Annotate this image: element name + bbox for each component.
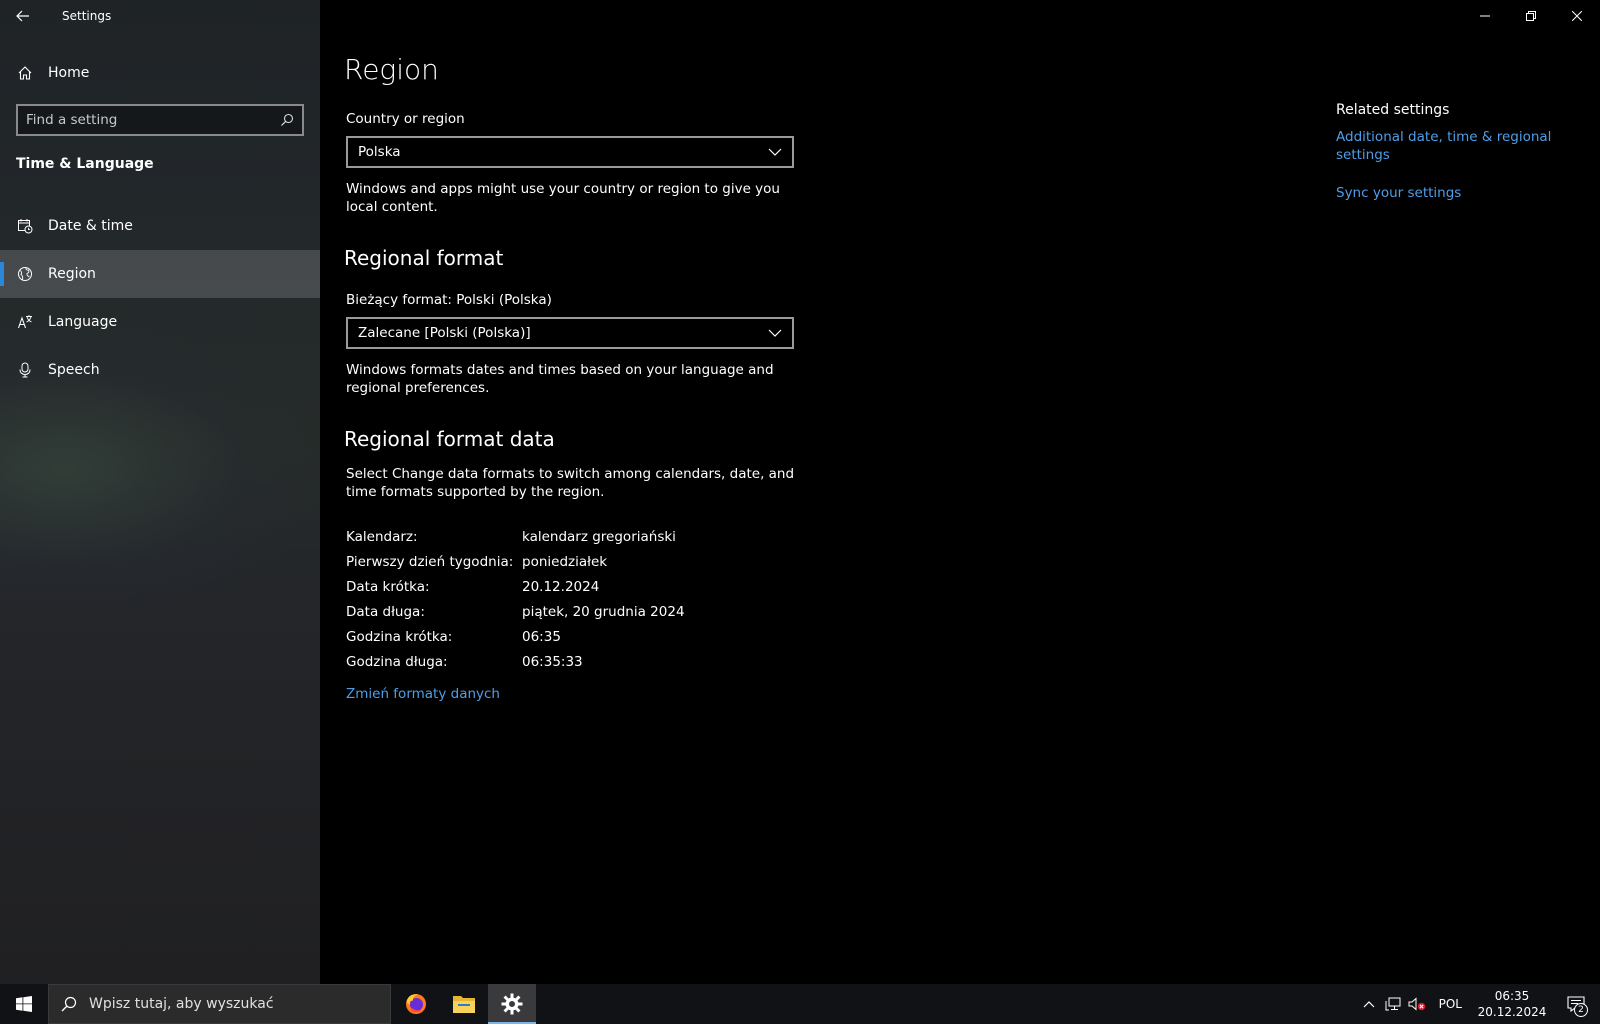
show-hidden-icons-button[interactable] xyxy=(1357,984,1381,1024)
sync-settings-link[interactable]: Sync your settings xyxy=(1336,184,1566,202)
row-key: Data krótka: xyxy=(346,578,430,595)
restore-icon xyxy=(1526,11,1536,21)
row-value: poniedziałek xyxy=(522,553,608,570)
sidebar-item-region[interactable]: Region xyxy=(0,250,320,298)
firefox-icon xyxy=(406,994,426,1014)
table-row: Data długa: piątek, 20 grudnia 2024 xyxy=(346,599,685,624)
minimize-icon xyxy=(1480,15,1490,17)
close-icon xyxy=(1572,11,1582,21)
related-settings-title: Related settings xyxy=(1336,102,1450,118)
main-content: Region Country or region Polska Windows … xyxy=(320,0,1600,984)
taskbar-firefox[interactable] xyxy=(392,984,440,1024)
taskbar-clock[interactable]: 06:35 20.12.2024 xyxy=(1472,988,1552,1020)
network-icon xyxy=(1385,997,1401,1011)
additional-regional-settings-link[interactable]: Additional date, time & regional setting… xyxy=(1336,128,1566,164)
action-center-button[interactable]: 2 xyxy=(1552,984,1600,1024)
home-label: Home xyxy=(48,65,90,81)
table-row: Kalendarz: kalendarz gregoriański xyxy=(346,524,685,549)
table-row: Pierwszy dzień tygodnia: poniedziałek xyxy=(346,549,685,574)
page-title: Region xyxy=(344,53,439,86)
chevron-down-icon xyxy=(768,329,782,337)
globe-icon xyxy=(16,265,34,283)
country-dropdown[interactable]: Polska xyxy=(346,136,794,168)
change-data-formats-link[interactable]: Zmień formaty danych xyxy=(346,686,500,702)
sidebar: Settings Home Time & Language Date & tim… xyxy=(0,0,320,984)
search-icon xyxy=(61,996,77,1012)
sidebar-item-date-time[interactable]: Date & time xyxy=(0,202,320,250)
row-key: Kalendarz: xyxy=(346,528,418,545)
row-value: piątek, 20 grudnia 2024 xyxy=(522,603,685,620)
language-icon xyxy=(16,313,34,331)
country-label: Country or region xyxy=(346,111,465,127)
clock-time: 06:35 xyxy=(1494,989,1530,1003)
table-row: Data krótka: 20.12.2024 xyxy=(346,574,685,599)
calendar-clock-icon xyxy=(16,217,34,235)
input-language-indicator[interactable]: POL xyxy=(1429,997,1472,1011)
volume-button[interactable] xyxy=(1405,984,1429,1024)
sidebar-item-label: Region xyxy=(48,266,96,282)
chevron-down-icon xyxy=(768,148,782,156)
window-title: Settings xyxy=(62,9,112,23)
regional-format-heading: Regional format xyxy=(344,246,504,270)
format-data-heading: Regional format data xyxy=(344,427,555,451)
format-data-table: Kalendarz: kalendarz gregoriański Pierws… xyxy=(346,524,685,674)
taskbar-search-placeholder: Wpisz tutaj, aby wyszukać xyxy=(89,996,274,1012)
row-value: 06:35:33 xyxy=(522,653,583,670)
back-arrow-icon xyxy=(16,10,29,22)
row-key: Godzina długa: xyxy=(346,653,448,670)
sidebar-item-label: Date & time xyxy=(48,218,133,234)
minimize-button[interactable] xyxy=(1462,0,1508,32)
sidebar-item-language[interactable]: Language xyxy=(0,298,320,346)
taskbar-search-box[interactable]: Wpisz tutaj, aby wyszukać xyxy=(48,984,391,1024)
sidebar-nav: Date & time Region Language Speech xyxy=(0,202,320,394)
close-button[interactable] xyxy=(1554,0,1600,32)
row-value: kalendarz gregoriański xyxy=(522,528,676,545)
sidebar-item-label: Speech xyxy=(48,362,100,378)
regional-format-dropdown[interactable]: Zalecane [Polski (Polska)] xyxy=(346,317,794,349)
search-icon[interactable] xyxy=(280,113,294,127)
volume-muted-icon xyxy=(1408,997,1425,1011)
table-row: Godzina długa: 06:35:33 xyxy=(346,649,685,674)
taskbar-file-explorer[interactable] xyxy=(440,984,488,1024)
regional-format-description: Windows formats dates and times based on… xyxy=(346,362,774,396)
sidebar-item-label: Language xyxy=(48,314,118,330)
current-format-label: Bieżący format: Polski (Polska) xyxy=(346,292,552,308)
settings-window: Settings Home Time & Language Date & tim… xyxy=(0,0,1600,984)
file-explorer-icon xyxy=(453,996,475,1013)
row-value: 06:35 xyxy=(522,628,561,645)
row-value: 20.12.2024 xyxy=(522,578,600,595)
notification-count-badge: 2 xyxy=(1574,1003,1588,1017)
windows-logo-icon xyxy=(16,996,32,1012)
country-description: Windows and apps might use your country … xyxy=(346,181,780,215)
row-key: Godzina krótka: xyxy=(346,628,453,645)
regional-format-value: Zalecane [Polski (Polska)] xyxy=(358,325,531,341)
start-button[interactable] xyxy=(0,984,48,1024)
format-data-description: Select Change data formats to switch amo… xyxy=(346,466,795,500)
section-title: Time & Language xyxy=(16,156,154,172)
microphone-icon xyxy=(16,361,34,379)
system-tray: POL 06:35 20.12.2024 2 xyxy=(1357,984,1600,1024)
find-setting-box[interactable] xyxy=(16,104,304,136)
row-key: Data długa: xyxy=(346,603,425,620)
network-button[interactable] xyxy=(1381,984,1405,1024)
table-row: Godzina krótka: 06:35 xyxy=(346,624,685,649)
home-icon xyxy=(16,64,34,82)
taskbar-settings[interactable] xyxy=(488,984,536,1024)
chevron-up-icon xyxy=(1363,1001,1375,1008)
window-controls xyxy=(1462,0,1600,32)
sidebar-item-speech[interactable]: Speech xyxy=(0,346,320,394)
country-value: Polska xyxy=(358,144,401,160)
sidebar-item-home[interactable]: Home xyxy=(0,55,320,91)
find-setting-input[interactable] xyxy=(26,112,280,128)
settings-gear-icon xyxy=(501,993,523,1015)
taskbar: Wpisz tutaj, aby wyszukać POL 06:35 20.1… xyxy=(0,984,1600,1024)
title-bar: Settings xyxy=(0,0,320,32)
clock-date: 20.12.2024 xyxy=(1477,1005,1547,1019)
back-button[interactable] xyxy=(0,0,46,32)
related-settings: Related settings Additional date, time &… xyxy=(1336,102,1566,202)
restore-button[interactable] xyxy=(1508,0,1554,32)
row-key: Pierwszy dzień tygodnia: xyxy=(346,553,514,570)
